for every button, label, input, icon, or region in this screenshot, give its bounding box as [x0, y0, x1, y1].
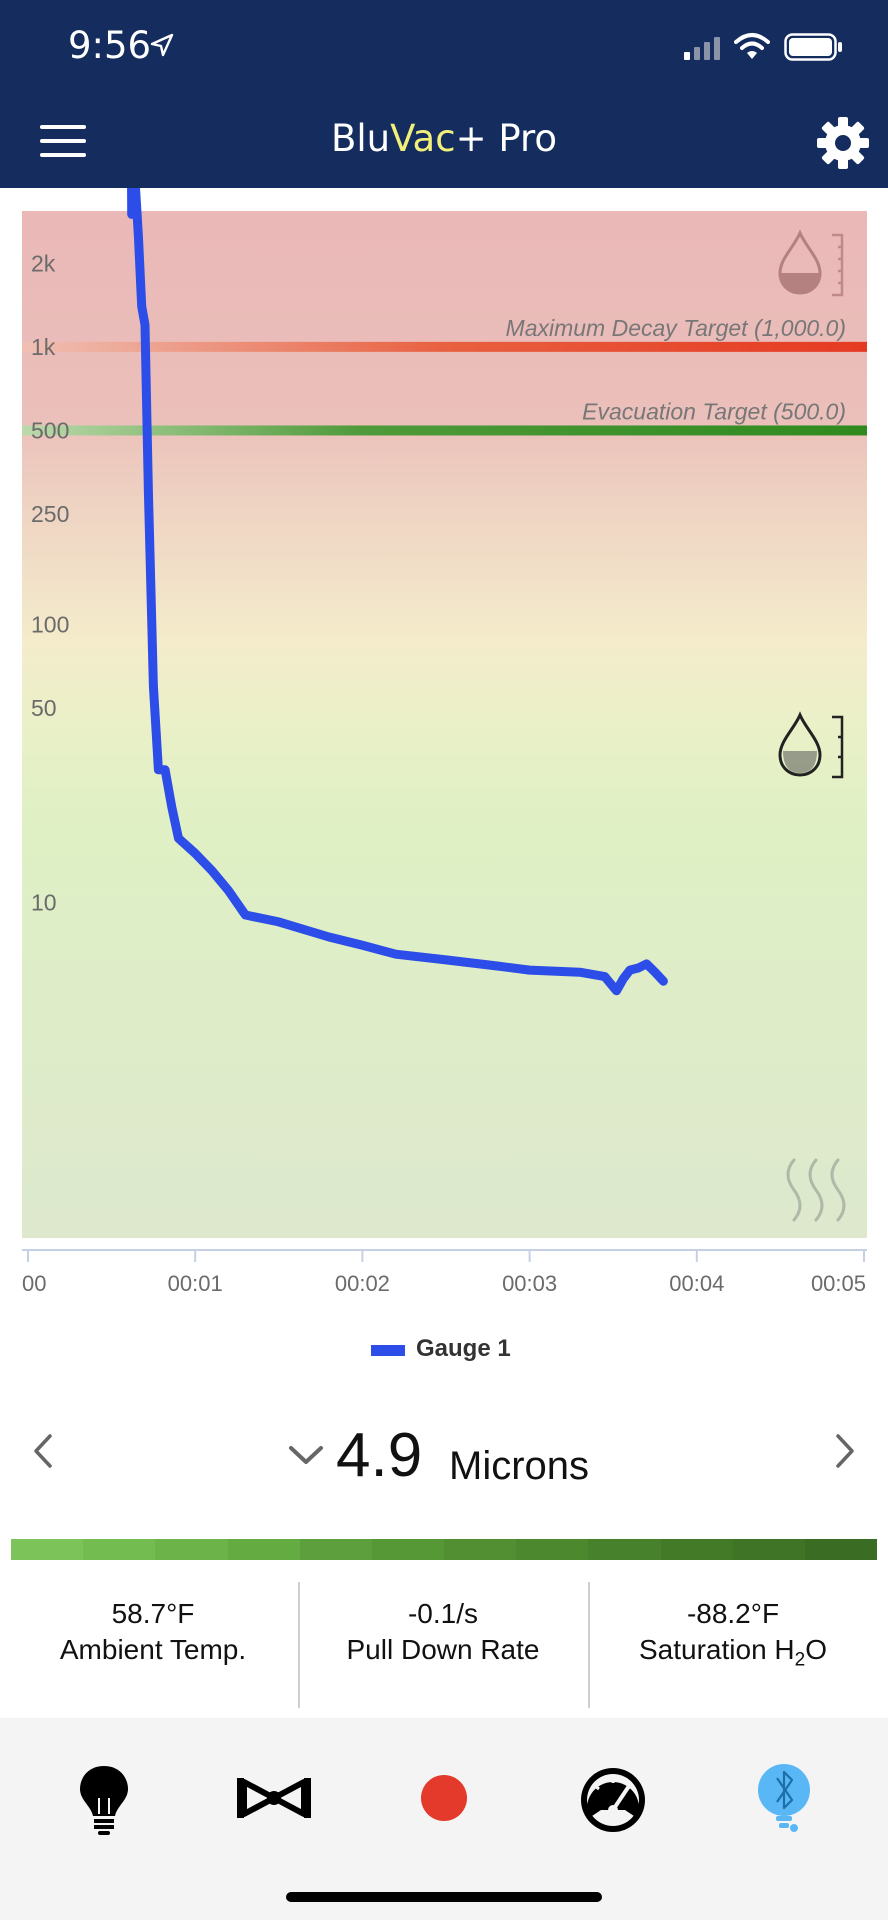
stat-saturation-label: Saturation H2O [588, 1634, 878, 1672]
vacuum-level-bar [11, 1539, 878, 1560]
stat-saturation-label-suffix: O [805, 1634, 827, 1665]
y-tick-label: 100 [31, 612, 69, 638]
valve-icon[interactable] [234, 1758, 314, 1838]
speedometer-icon[interactable] [573, 1758, 653, 1838]
record-icon[interactable] [404, 1758, 484, 1838]
settings-gear-icon[interactable] [815, 115, 871, 171]
legend-label-gauge-1: Gauge 1 [416, 1335, 511, 1362]
y-tick-label: 4k [31, 188, 56, 193]
home-indicator [286, 1892, 602, 1902]
x-tick-label: 00:01 [168, 1271, 223, 1296]
stat-ambient-temp-value: 58.7°F [111, 1598, 195, 1629]
status-time: 9:56 [68, 24, 152, 67]
level-bar-segment [155, 1539, 228, 1560]
max-decay-target-label: Maximum Decay Target (1,000.0) [506, 315, 846, 341]
vacuum-chart-svg[interactable]: Maximum Decay Target (1,000.0) Evacuation… [0, 0, 888, 1298]
level-bar-segment [371, 1539, 445, 1560]
legend-swatch-gauge-1 [371, 1345, 405, 1356]
app-title-part-1: Blu [330, 117, 391, 160]
app-title: BluVac+ Pro [0, 117, 888, 160]
level-bar-segment [660, 1539, 733, 1560]
nav-bar: BluVac+ Pro [0, 95, 888, 188]
level-bar-segment [83, 1539, 156, 1560]
reading-unit: Microns [449, 1444, 590, 1488]
bluetooth-icon[interactable] [744, 1758, 824, 1838]
stat-ambient-temp: 58.7°F Ambient Temp. [8, 1580, 298, 1718]
stat-saturation-label-text: Saturation H [639, 1634, 795, 1665]
y-tick-label: 1k [31, 334, 56, 360]
level-bar-segment [227, 1539, 300, 1560]
level-bar-segment [588, 1539, 661, 1560]
cellular-signal-icon [684, 37, 720, 60]
status-bar: 9:56 [0, 0, 888, 95]
chevron-down-icon[interactable] [286, 1440, 326, 1470]
level-bar-segment [732, 1539, 805, 1560]
level-bar-segment [516, 1539, 589, 1560]
level-bar-segment [444, 1539, 517, 1560]
chart-legend: Gauge 1 [0, 1332, 888, 1372]
stat-saturation-value: -88.2°F [686, 1598, 780, 1629]
stat-ambient-temp-label: Ambient Temp. [59, 1634, 247, 1665]
level-bar-segment [299, 1539, 372, 1560]
location-arrow-icon [150, 33, 174, 57]
x-tick-label: 00:04 [669, 1271, 724, 1296]
evacuation-target-label: Evacuation Target (500.0) [582, 398, 846, 424]
stat-pull-down-rate-label: Pull Down Rate [346, 1634, 540, 1665]
y-tick-label: 250 [31, 501, 69, 527]
y-tick-label: 2k [31, 250, 56, 276]
app-title-part-3: + Pro [455, 117, 558, 160]
x-tick-label: 00:03 [502, 1271, 557, 1296]
level-bar-segment [804, 1539, 878, 1560]
lightbulb-icon[interactable] [64, 1758, 144, 1838]
current-reading: 4.9 Microns [0, 1420, 888, 1500]
reading-value: 4.9 [336, 1421, 423, 1490]
level-bar-segment [11, 1539, 84, 1560]
battery-icon [784, 33, 842, 61]
stat-pull-down-rate: -0.1/s Pull Down Rate [298, 1580, 588, 1718]
y-tick-label: 500 [31, 417, 69, 443]
x-tick-label: 00:05 [811, 1271, 866, 1296]
stat-saturation: -88.2°F Saturation H2O [588, 1580, 878, 1718]
next-arrow-icon[interactable] [826, 1426, 866, 1476]
stat-pull-down-rate-value: -0.1/s [407, 1598, 479, 1629]
stat-saturation-label-sub: 2 [794, 1649, 806, 1671]
app-title-part-2: Vac [390, 117, 456, 160]
wifi-icon [734, 33, 770, 59]
x-tick-label: 00:02 [335, 1271, 390, 1296]
y-tick-label: 50 [31, 695, 57, 721]
previous-arrow-icon[interactable] [22, 1426, 62, 1476]
tab-bar [0, 1718, 888, 1920]
y-tick-label: 10 [31, 889, 57, 915]
stats-row: 58.7°F Ambient Temp. -0.1/s Pull Down Ra… [0, 1580, 888, 1718]
vacuum-chart: Maximum Decay Target (1,000.0) Evacuation… [0, 0, 888, 1298]
x-tick-label: 00 [22, 1271, 46, 1296]
